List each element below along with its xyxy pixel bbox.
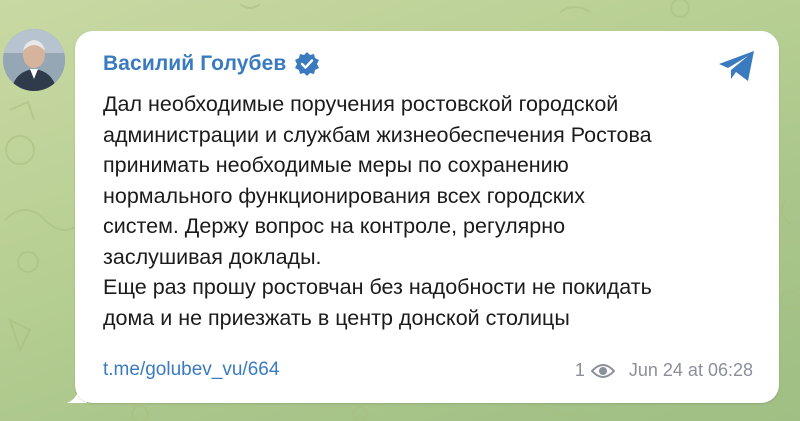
message-timestamp: Jun 24 at 06:28: [628, 360, 753, 380]
telegram-share-icon[interactable]: [717, 49, 757, 83]
verified-badge-icon: [294, 51, 320, 77]
message-bubble: Василий Голубев Дал необходимые поручени…: [75, 31, 779, 403]
message-meta: 1 Jun 24 at 06:28: [575, 360, 753, 381]
author-name[interactable]: Василий Голубев: [103, 52, 286, 76]
message-text: Дал необходимые поручения ростовской гор…: [103, 92, 652, 330]
view-count: 1: [574, 360, 585, 380]
message-header: Василий Голубев: [103, 51, 320, 77]
channel-avatar[interactable]: [3, 29, 65, 91]
post-link[interactable]: t.me/golubev_vu/664: [103, 359, 279, 381]
avatar-image: [3, 29, 65, 91]
eye-icon: [590, 362, 616, 380]
